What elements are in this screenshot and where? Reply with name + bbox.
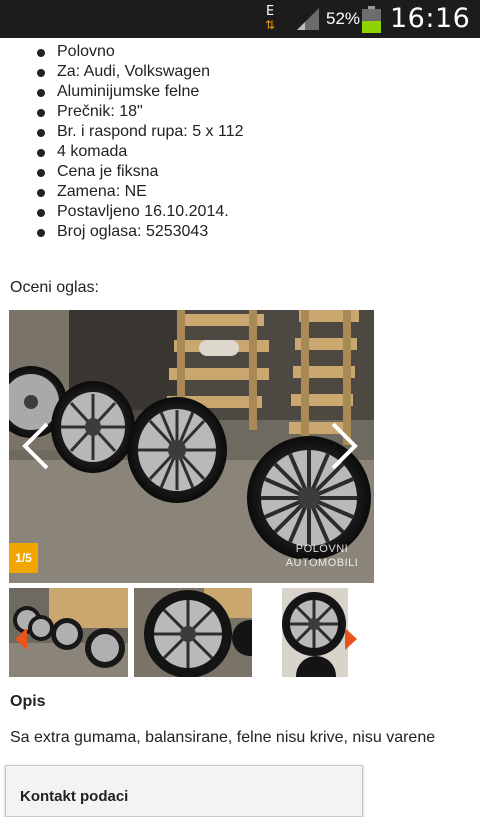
detail-text: Broj oglasa: 5253043 xyxy=(57,223,209,240)
battery-icon xyxy=(362,6,381,33)
detail-item: Polovno xyxy=(0,42,243,62)
bullet-icon xyxy=(37,189,45,197)
detail-text: 4 komada xyxy=(57,143,128,160)
detail-text: Cena je fiksna xyxy=(57,163,159,180)
detail-text: Br. i raspond rupa: 5 x 112 xyxy=(57,123,244,140)
bullet-icon xyxy=(37,169,45,177)
detail-text: Za: Audi, Volkswagen xyxy=(57,63,210,80)
bullet-icon xyxy=(37,209,45,217)
bullet-icon xyxy=(37,69,45,77)
bullet-icon xyxy=(37,89,45,97)
watermark-text: POLOVNI xyxy=(295,543,349,555)
bullet-icon xyxy=(37,49,45,57)
detail-item: Postavljeno 16.10.2014. xyxy=(0,202,243,222)
network-type-label: E xyxy=(266,4,275,19)
detail-text: Aluminijumske felne xyxy=(57,83,200,100)
image-counter-badge: 1/5 xyxy=(9,543,38,573)
previous-image-arrow-icon[interactable] xyxy=(19,420,53,472)
thumbnail-image[interactable] xyxy=(134,588,252,677)
detail-item: Zamena: NE xyxy=(0,182,243,202)
status-bar: E ⇅ 52% 16:16 xyxy=(0,0,480,38)
detail-item: Za: Audi, Volkswagen xyxy=(0,62,243,82)
contact-title: Kontakt podaci xyxy=(20,788,129,805)
bullet-icon xyxy=(37,229,45,237)
detail-item: 4 komada xyxy=(0,142,243,162)
image-gallery[interactable]: 1/5 POLOVNI AUTOMOBILI xyxy=(9,310,374,583)
battery-percent: 52% xyxy=(326,9,361,28)
thumbnail-next-arrow-icon[interactable] xyxy=(345,628,357,650)
next-image-arrow-icon[interactable] xyxy=(327,420,361,472)
detail-item: Br. i raspond rupa: 5 x 112 xyxy=(0,122,243,142)
description-text: Sa extra gumama, balansirane, felne nisu… xyxy=(10,729,436,746)
detail-item: Broj oglasa: 5253043 xyxy=(0,222,243,242)
data-transfer-icon: ⇅ xyxy=(265,18,276,32)
thumbnail-prev-arrow-icon[interactable] xyxy=(15,628,27,650)
ad-details-list: Polovno Za: Audi, Volkswagen Aluminijums… xyxy=(0,42,243,242)
rate-ad-label: Oceni oglas: xyxy=(10,279,99,296)
bullet-icon xyxy=(37,129,45,137)
signal-icon xyxy=(297,8,319,30)
watermark-logo: POLOVNI AUTOMOBILI xyxy=(277,542,367,570)
detail-item: Prečnik: 18" xyxy=(0,102,243,122)
detail-item: Aluminijumske felne xyxy=(0,82,243,102)
detail-text: Postavljeno 16.10.2014. xyxy=(57,203,229,220)
watermark-text: AUTOMOBILI xyxy=(285,557,359,569)
detail-text: Polovno xyxy=(57,43,115,60)
detail-item: Cena je fiksna xyxy=(0,162,243,182)
contact-card[interactable]: Kontakt podaci xyxy=(5,765,363,817)
thumbnail-image[interactable] xyxy=(282,588,348,677)
network-indicator: E ⇅ xyxy=(264,4,282,34)
bullet-icon xyxy=(37,149,45,157)
detail-text: Zamena: NE xyxy=(57,183,147,200)
detail-text: Prečnik: 18" xyxy=(57,103,143,120)
thumbnail-strip xyxy=(9,588,371,678)
bullet-icon xyxy=(37,109,45,117)
clock: 16:16 xyxy=(390,3,471,34)
description-heading: Opis xyxy=(10,693,46,710)
